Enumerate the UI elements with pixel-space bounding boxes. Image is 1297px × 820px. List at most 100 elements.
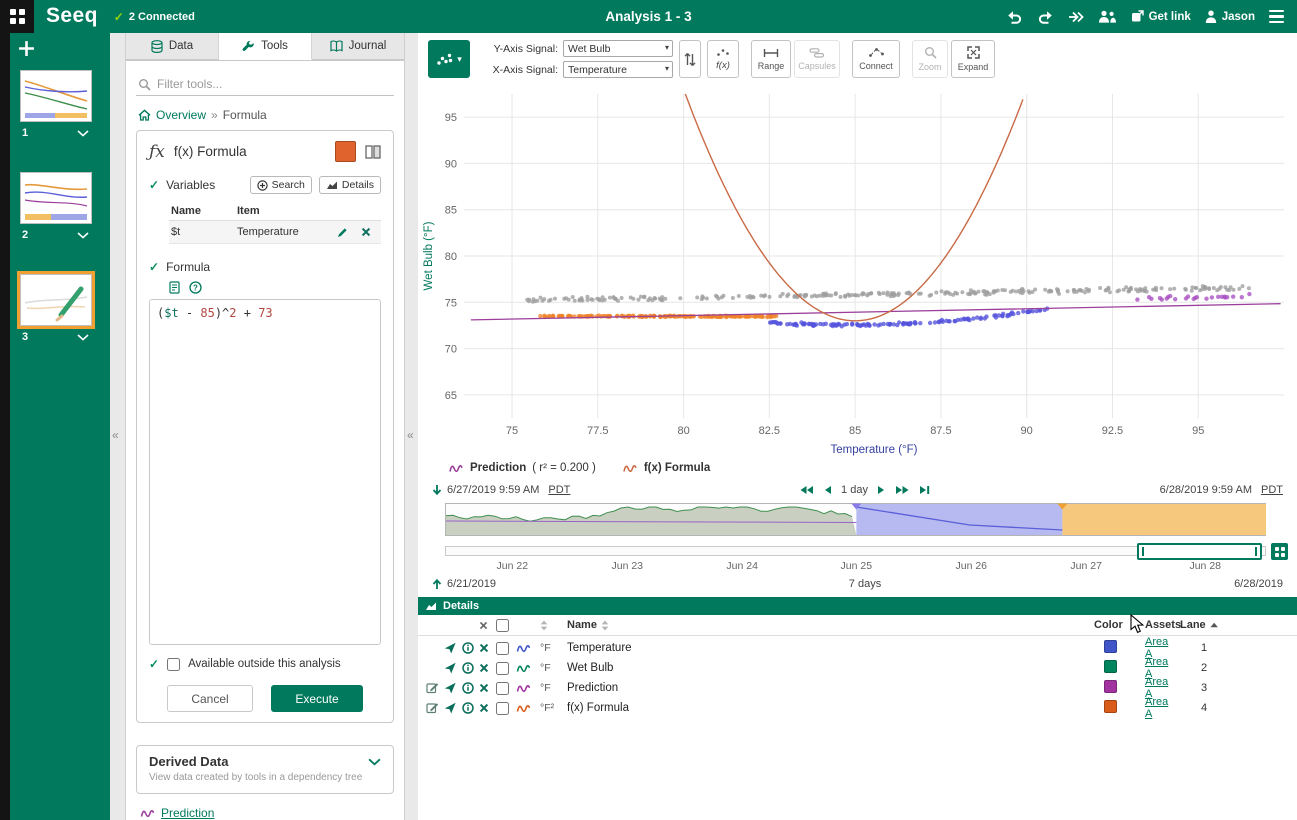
worksheet-preview[interactable] (20, 274, 92, 326)
fit-function-button[interactable]: f(x) (707, 40, 739, 78)
legend-item[interactable]: Prediction( r² = 0.200 ) (448, 462, 596, 474)
item-info-button[interactable] (462, 682, 479, 694)
worksheet-preview[interactable] (20, 70, 92, 122)
variable-details-button[interactable]: Details (319, 176, 381, 194)
assets-column-header[interactable]: Assets (1132, 619, 1174, 631)
edit-variable-button[interactable] (337, 227, 361, 238)
send-to-worksheet-button[interactable] (444, 662, 462, 674)
item-info-button[interactable] (462, 662, 479, 674)
send-to-worksheet-button[interactable] (444, 702, 462, 714)
edit-item-icon[interactable] (426, 702, 439, 714)
edit-item-icon[interactable] (426, 682, 439, 694)
sort-icon[interactable] (601, 620, 609, 631)
undo-button[interactable] (1006, 10, 1023, 24)
timezone-link-start[interactable]: PDT (548, 484, 570, 496)
get-link-button[interactable]: Get link (1131, 10, 1191, 23)
worksheet-thumbnail-1[interactable]: 1 (20, 70, 92, 142)
apps-grid-button[interactable] (0, 0, 34, 33)
shift-range-up-icon[interactable] (432, 578, 442, 590)
item-info-button[interactable] (462, 702, 479, 714)
asset-link[interactable]: Area A (1145, 696, 1168, 720)
skip-back-button[interactable] (799, 485, 814, 495)
item-color-swatch[interactable] (1104, 680, 1117, 693)
name-column-header[interactable]: Name (567, 619, 597, 631)
home-icon[interactable] (138, 109, 151, 121)
tool-color-swatch-button[interactable] (335, 141, 356, 162)
filter-tools-input[interactable] (157, 77, 392, 91)
worksheet-thumbnail-2[interactable]: 2 (20, 172, 92, 244)
share-users-button[interactable] (1098, 10, 1117, 23)
worksheet-menu-chevron-icon[interactable] (77, 130, 89, 137)
collapse-tool-panel-handle[interactable]: « (112, 428, 119, 442)
user-menu[interactable]: Jason (1205, 10, 1255, 23)
item-info-button[interactable] (462, 642, 479, 654)
item-color-swatch[interactable] (1104, 700, 1117, 713)
step-back-button[interactable] (823, 485, 832, 495)
capsules-button[interactable]: Capsules (794, 40, 840, 78)
skip-forward-button[interactable] (895, 485, 910, 495)
select-item-checkbox[interactable] (496, 682, 509, 695)
swap-axes-button[interactable] (679, 40, 701, 78)
tab-data[interactable]: Data (126, 33, 219, 60)
chart-type-dropdown[interactable]: ▾ (428, 40, 470, 78)
timebar-grid-button[interactable] (1271, 543, 1288, 560)
hamburger-menu-button[interactable] (1269, 10, 1284, 23)
remove-variable-button[interactable] (361, 227, 379, 237)
send-to-worksheet-button[interactable] (444, 642, 462, 654)
document-icon[interactable] (169, 281, 180, 294)
collapse-panel-divider-handle[interactable]: « (407, 428, 414, 442)
worksheet-menu-chevron-icon[interactable] (77, 334, 89, 341)
remove-item-button[interactable] (479, 663, 496, 673)
x-axis-signal-select[interactable]: Temperature (563, 61, 673, 78)
connection-status[interactable]: ✓ 2 Connected (114, 10, 195, 24)
panel-layout-icon[interactable] (365, 145, 381, 159)
select-item-checkbox[interactable] (496, 662, 509, 675)
zoom-button[interactable]: Zoom (912, 40, 948, 78)
prediction-link[interactable]: Prediction (161, 806, 214, 820)
tab-journal[interactable]: Journal (312, 33, 404, 60)
shift-range-down-icon[interactable] (432, 484, 442, 496)
y-axis-signal-select[interactable]: Wet Bulb (563, 40, 673, 57)
connect-button[interactable]: Connect (852, 40, 900, 78)
step-forward-button[interactable] (877, 485, 886, 495)
sort-type-button[interactable] (540, 620, 567, 631)
available-outside-checkbox[interactable] (167, 658, 180, 671)
worksheet-menu-chevron-icon[interactable] (77, 232, 89, 239)
redo-all-button[interactable] (1068, 11, 1084, 23)
remove-item-button[interactable] (479, 683, 496, 693)
expand-button[interactable]: Expand (951, 40, 995, 78)
breadcrumb-overview-link[interactable]: Overview (156, 108, 206, 122)
timeline-scrollbar-track[interactable] (445, 543, 1266, 560)
timeline-scrollbar-handle[interactable] (1137, 543, 1262, 560)
range-button[interactable]: Range (751, 40, 791, 78)
derived-data-header[interactable]: Derived Data (149, 754, 381, 769)
execute-button[interactable]: Execute (271, 685, 363, 712)
xy-scatter-plot[interactable]: 7577.58082.58587.59092.59565707580859095… (418, 86, 1297, 456)
jump-to-end-button[interactable] (919, 485, 931, 495)
remove-item-button[interactable] (479, 703, 496, 713)
variable-search-button[interactable]: Search (250, 176, 312, 194)
color-column-header[interactable]: Color (1094, 619, 1123, 631)
tab-tools[interactable]: Tools (219, 33, 312, 60)
worksheet-thumbnail-3[interactable]: 3 (20, 274, 92, 346)
select-item-checkbox[interactable] (496, 642, 509, 655)
item-color-swatch[interactable] (1104, 640, 1117, 653)
worksheet-preview[interactable] (20, 172, 92, 224)
redo-button[interactable] (1037, 10, 1054, 24)
lane-column-header[interactable]: Lane (1180, 619, 1206, 631)
select-all-checkbox[interactable] (496, 619, 509, 632)
help-icon[interactable]: ? (189, 281, 202, 294)
remove-item-button[interactable] (479, 643, 496, 653)
add-worksheet-button[interactable] (18, 40, 38, 60)
edit-item-button[interactable] (426, 682, 444, 694)
item-color-swatch[interactable] (1104, 660, 1117, 673)
timeline-strip[interactable] (445, 503, 1266, 536)
send-to-worksheet-button[interactable] (444, 682, 462, 694)
details-panel-header[interactable]: Details (418, 597, 1297, 615)
select-item-checkbox[interactable] (496, 702, 509, 715)
legend-item[interactable]: f(x) Formula (622, 462, 710, 474)
timezone-link-end[interactable]: PDT (1261, 484, 1283, 496)
formula-editor[interactable]: ($t - 85)^2 + 73 (149, 299, 381, 645)
cancel-button[interactable]: Cancel (167, 685, 253, 712)
remove-all-button[interactable] (479, 621, 496, 630)
